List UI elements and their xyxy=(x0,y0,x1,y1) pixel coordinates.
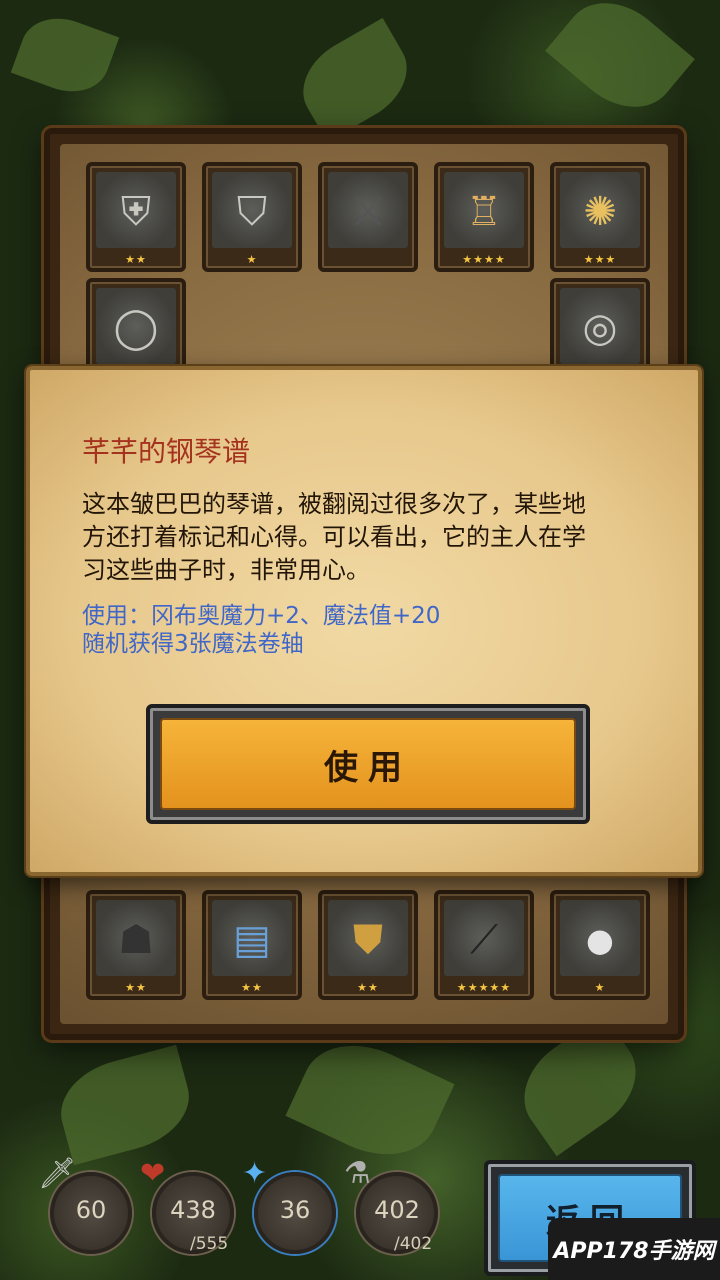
ring-icon: ◎ xyxy=(582,305,618,351)
background-leaf xyxy=(287,17,423,143)
stat-mana: ⚗ 402 /402 xyxy=(344,1156,438,1254)
locked-slot-icon: ⚔ xyxy=(350,189,386,235)
attack-icon: 🗡 xyxy=(38,1156,77,1191)
item-detail-dialog: 芊芊的钢琴谱 这本皱巴巴的琴谱，被翻阅过很多次了，某些地方还打着标记和心得。可以… xyxy=(26,366,702,876)
inventory-slot[interactable]: ▤ ★★ xyxy=(202,890,302,1000)
inventory-slot[interactable]: ⛉ ★ xyxy=(202,162,302,272)
star-rating: ★★ xyxy=(241,981,263,994)
background-leaf xyxy=(50,1044,200,1166)
watermark-text: APP178手游网 xyxy=(553,1239,715,1264)
item-effect-line: 使用：冈布奥魔力+2、魔法值+20 xyxy=(82,603,441,629)
stat-value: 36 xyxy=(279,1196,311,1224)
chest-armor-icon: ⛉ xyxy=(237,189,267,235)
item-effect: 使用：冈布奥魔力+2、魔法值+20 随机获得3张魔法卷轴 xyxy=(82,602,602,658)
star-rating: ★★★★★ xyxy=(456,981,512,994)
inventory-slot[interactable]: ⟋ ★★★★★ xyxy=(434,890,534,1000)
lantern-icon: ♖ xyxy=(466,189,502,235)
magic-power-icon: ✦ xyxy=(242,1156,268,1191)
inventory-slot[interactable]: ⛨ ★★ xyxy=(86,162,186,272)
star-rating: ★★ xyxy=(125,981,147,994)
inventory-slot[interactable]: ✺ ★★★ xyxy=(550,162,650,272)
inventory-slot[interactable]: ⚔ xyxy=(318,162,418,272)
shoulder-armor-icon: ⛨ xyxy=(121,189,151,235)
stat-max: /555 xyxy=(190,1234,229,1254)
mana-icon: ⚗ xyxy=(344,1156,371,1191)
amulet-icon: ✺ xyxy=(583,189,617,235)
cloak-icon: ☗ xyxy=(118,917,154,963)
watermark: APP178手游网 xyxy=(548,1218,720,1280)
background-leaf xyxy=(285,1025,455,1175)
item-title: 芊芊的钢琴谱 xyxy=(82,435,251,468)
inventory-slot[interactable]: ♖ ★★★★ xyxy=(434,162,534,272)
item-description: 这本皱巴巴的琴谱，被翻阅过很多次了，某些地方还打着标记和心得。可以看出，它的主人… xyxy=(82,490,586,584)
background-leaf xyxy=(10,6,120,104)
star-rating: ★★★ xyxy=(583,253,617,266)
stat-attack: 🗡 60 xyxy=(38,1156,132,1254)
use-button[interactable]: 使用 xyxy=(146,704,590,824)
use-button-face[interactable]: 使用 xyxy=(160,718,576,810)
star-rating: ★★ xyxy=(357,981,379,994)
shield-icon: ⛊ xyxy=(353,917,383,963)
stat-max: /402 xyxy=(394,1234,433,1254)
star-rating: ★★ xyxy=(125,253,147,266)
stat-magic-power: ✦ 36 xyxy=(242,1156,336,1254)
star-rating: ★★★★ xyxy=(462,253,506,266)
stat-value: 60 xyxy=(75,1196,107,1224)
health-icon: ❤ xyxy=(140,1156,166,1191)
star-rating: ★ xyxy=(246,253,258,266)
pearl-icon: ● xyxy=(586,921,614,959)
use-button-label: 使用 xyxy=(324,747,412,788)
inventory-slot[interactable]: ☗ ★★ xyxy=(86,890,186,1000)
inventory-slot[interactable]: ● ★ xyxy=(550,890,650,1000)
stat-value: 402 xyxy=(374,1196,420,1224)
wand-icon: ⟋ xyxy=(470,917,498,963)
card-icon: ▤ xyxy=(233,917,271,963)
stat-value: 438 xyxy=(170,1196,216,1224)
ring-band-icon: ◯ xyxy=(113,305,159,351)
star-rating: ★ xyxy=(594,981,606,994)
item-effect-line: 随机获得3张魔法卷轴 xyxy=(82,631,304,657)
background-leaf xyxy=(545,0,695,129)
inventory-slot[interactable]: ⛊ ★★ xyxy=(318,890,418,1000)
stat-health: ❤ 438 /555 xyxy=(140,1156,234,1254)
